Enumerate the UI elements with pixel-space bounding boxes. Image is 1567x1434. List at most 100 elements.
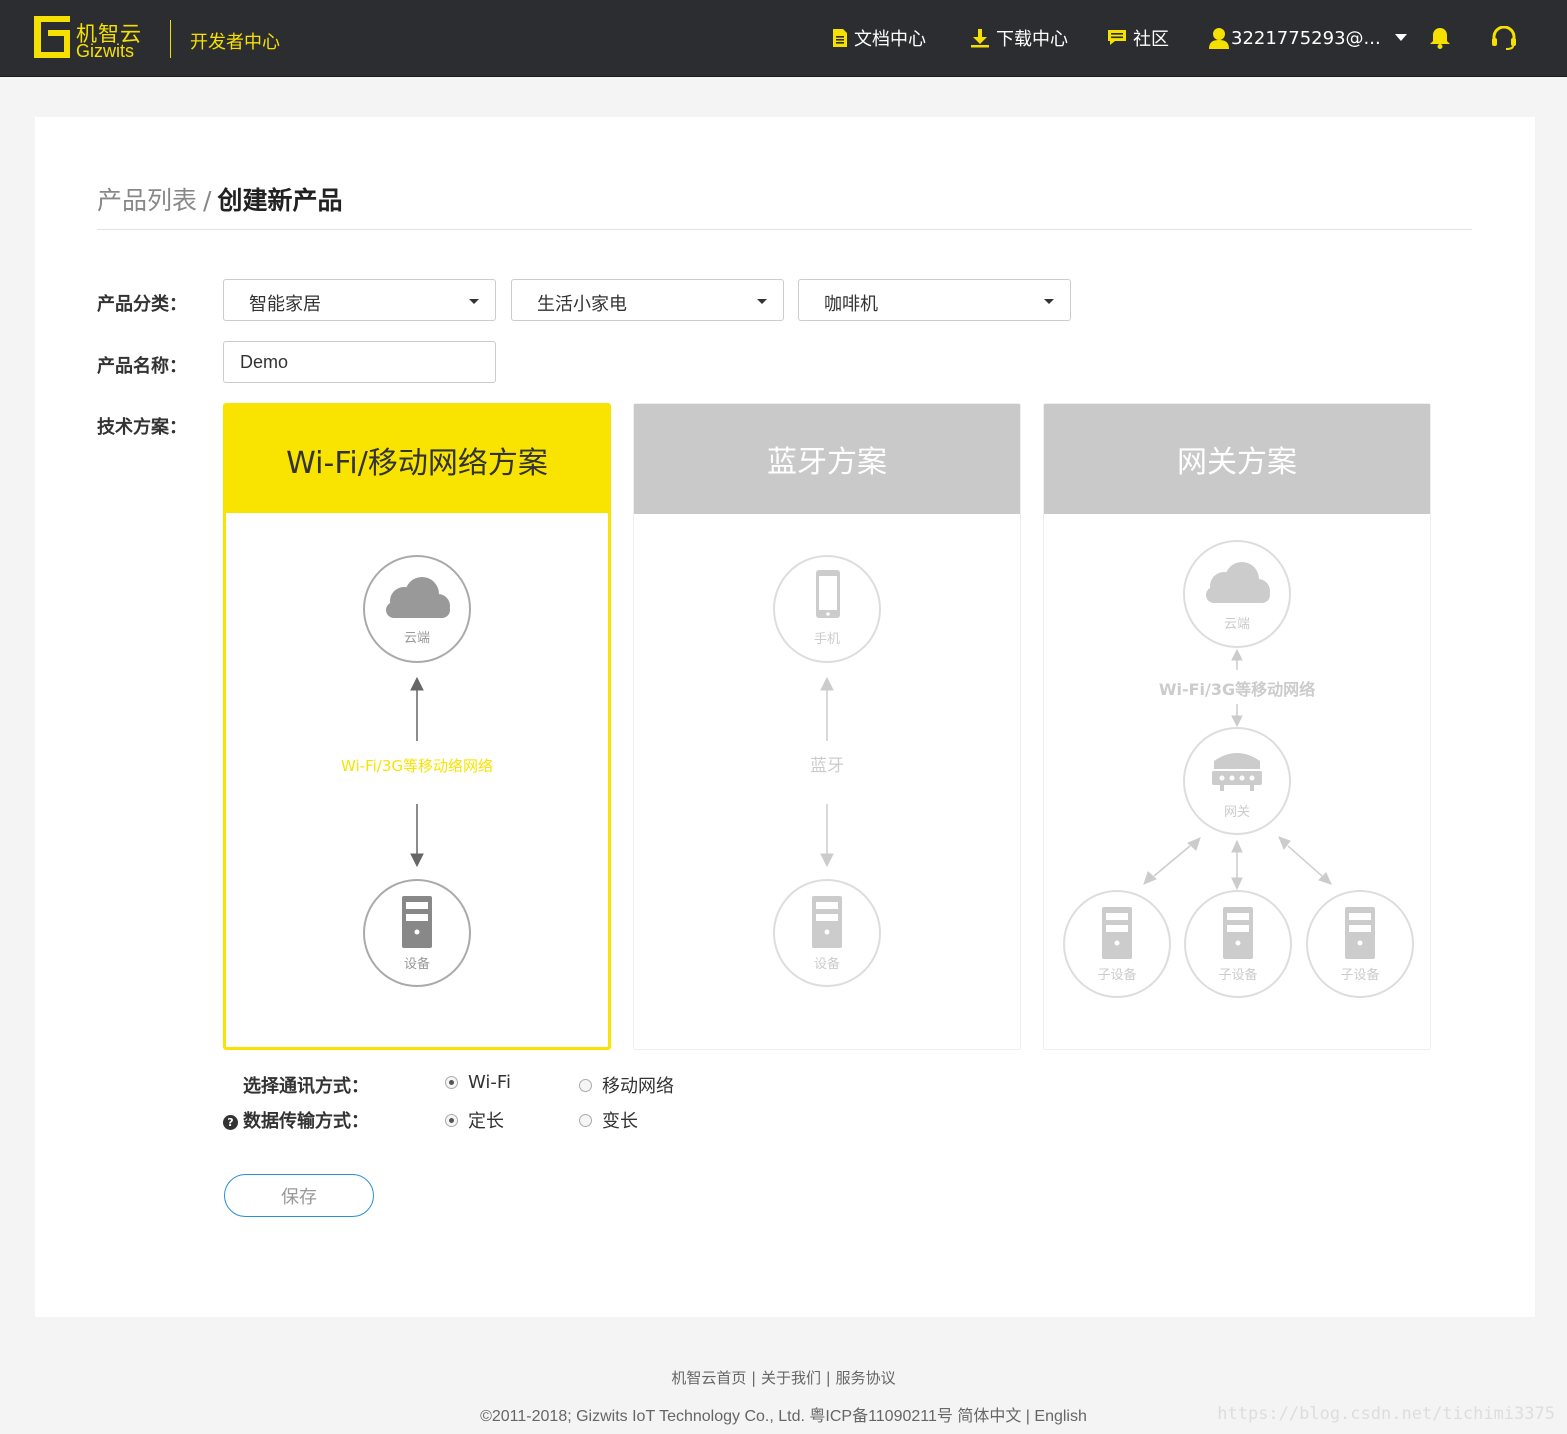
category-select-1[interactable]: 智能家居 (223, 279, 496, 321)
phone-node: 手机 (773, 555, 881, 663)
watermark: https://blog.csdn.net/tichimi3375 (1217, 1404, 1555, 1424)
customer-service-button[interactable] (1491, 24, 1517, 52)
bidirectional-arrow-icon (1278, 836, 1332, 885)
caret-down-icon (469, 299, 479, 304)
device-node-label: 设备 (814, 956, 840, 972)
category-select-2[interactable]: 生活小家电 (511, 279, 784, 321)
data-transfer-label: ? 数据传输方式： (223, 1107, 369, 1133)
up-arrow-icon (820, 676, 834, 741)
question-circle-icon[interactable]: ? (223, 1115, 238, 1130)
bidirectional-arrow-icon (1143, 837, 1201, 885)
device-icon (1345, 907, 1375, 959)
sub-device-node: 子设备 (1306, 890, 1414, 998)
device-icon (1223, 907, 1253, 959)
lang-cn-link[interactable]: 简体中文 (957, 1408, 1021, 1425)
category-select-1-value: 智能家居 (249, 294, 321, 315)
radio-data-variable[interactable]: 变长 (579, 1107, 638, 1133)
gateway-link-label: Wi-Fi/3G等移动网络 (1159, 680, 1315, 699)
category-label: 产品分类： (97, 294, 187, 315)
down-arrow-icon (410, 804, 424, 868)
caret-down-icon (757, 299, 767, 304)
bell-icon (1430, 28, 1450, 49)
breadcrumb-current: 创建新产品 (217, 186, 343, 215)
radio-unchecked-icon (579, 1113, 592, 1127)
device-node-label: 设备 (404, 956, 430, 972)
phone-icon (816, 570, 840, 618)
radio-comm-mobile[interactable]: 移动网络 (579, 1072, 674, 1098)
device-icon (402, 896, 432, 948)
footer-link-about[interactable]: 关于我们 (761, 1369, 821, 1387)
up-arrow-icon (410, 676, 424, 741)
copyright-text: ©2011-2018; Gizwits IoT Technology Co., … (480, 1408, 953, 1425)
user-icon (1209, 28, 1229, 49)
device-icon (1102, 907, 1132, 959)
gateway-diagram: 云端 Wi-Fi/3G等移动网络 网关 子设备 子设备 子设备 (1063, 540, 1414, 998)
footer-links: 机智云首页 | 关于我们 | 服务协议 (671, 1369, 896, 1387)
radio-data-fixed[interactable]: 定长 (445, 1107, 504, 1133)
headset-icon (1492, 26, 1516, 50)
nav-download[interactable]: 下载中心 (970, 24, 1068, 52)
scheme-card-bluetooth[interactable]: 蓝牙方案 手机 蓝牙 设备 (633, 403, 1021, 1050)
down-arrow-icon (1231, 704, 1243, 728)
logo-divider (170, 20, 171, 58)
bluetooth-diagram: 手机 蓝牙 设备 (773, 555, 881, 987)
breadcrumb-product-list[interactable]: 产品列表 (97, 186, 197, 215)
cloud-node-label: 云端 (404, 631, 430, 646)
nav-docs[interactable]: 文档中心 (832, 24, 926, 52)
download-icon (971, 29, 989, 48)
lang-en-link[interactable]: English (1034, 1408, 1086, 1425)
cloud-node-label: 云端 (1224, 617, 1250, 632)
nav-community-label: 社区 (1133, 29, 1169, 50)
category-select-3[interactable]: 咖啡机 (798, 279, 1071, 321)
scheme-card-gateway[interactable]: 网关方案 云端 Wi-Fi/3G等移动网络 网关 子设备 子设备 子设备 (1043, 403, 1431, 1050)
category-select-3-value: 咖啡机 (824, 294, 878, 315)
gateway-node: 网关 (1183, 727, 1291, 835)
phone-node-label: 手机 (814, 632, 840, 647)
footer-link-home[interactable]: 机智云首页 (671, 1369, 746, 1387)
sub-device-label: 子设备 (1097, 967, 1136, 983)
header-divider (97, 229, 1472, 230)
nav-docs-label: 文档中心 (854, 29, 926, 50)
footer-link-terms[interactable]: 服务协议 (836, 1369, 896, 1387)
sub-device-label: 子设备 (1218, 967, 1257, 983)
nav-community[interactable]: 社区 (1107, 24, 1169, 52)
developer-center-title[interactable]: 开发者中心 (190, 28, 280, 54)
sub-device-label: 子设备 (1340, 967, 1379, 983)
gateway-node-label: 网关 (1224, 805, 1250, 820)
chat-bubble-icon (1108, 30, 1126, 45)
device-node: 设备 (363, 879, 471, 987)
cloud-node: 云端 (363, 555, 471, 663)
nav-user-menu[interactable]: 3221775293@... (1209, 24, 1407, 52)
up-arrow-icon (1231, 648, 1243, 670)
radio-data-variable-label: 变长 (602, 1111, 638, 1132)
radio-comm-mobile-label: 移动网络 (602, 1076, 674, 1097)
breadcrumb: 产品列表 / 创建新产品 (97, 181, 342, 217)
save-button[interactable]: 保存 (224, 1174, 374, 1217)
main-card: 产品列表/创建新产品 产品分类： 智能家居 生活小家电 咖啡机 产品名称： 技术… (35, 117, 1535, 1317)
data-transfer-label-text: 数据传输方式： (243, 1111, 369, 1132)
wifi-link-label: Wi-Fi/3G等移动络网络 (341, 757, 493, 775)
breadcrumb-separator: / (203, 186, 212, 215)
radio-unchecked-icon (579, 1078, 592, 1092)
category-select-2-value: 生活小家电 (537, 294, 627, 315)
scheme-card-wifi[interactable]: Wi-Fi/移动网络方案 云端 Wi-Fi/3G等移动络网络 设备 (223, 403, 611, 1050)
product-name-input[interactable] (223, 341, 496, 383)
document-icon (833, 29, 847, 47)
caret-down-icon (1044, 299, 1054, 304)
cloud-node: 云端 (1183, 540, 1291, 648)
radio-checked-icon (445, 1113, 458, 1127)
chevron-down-icon (1394, 34, 1407, 41)
radio-comm-wifi[interactable]: Wi-Fi (445, 1072, 511, 1093)
bluetooth-link-label: 蓝牙 (810, 756, 844, 776)
sub-device-node: 子设备 (1184, 890, 1292, 998)
radio-comm-wifi-label: Wi-Fi (468, 1072, 511, 1093)
down-arrow-icon (820, 804, 834, 868)
gizwits-logo[interactable]: 机智云 Gizwits (34, 16, 146, 61)
notifications-button[interactable] (1429, 24, 1451, 52)
bidirectional-arrow-icon (1231, 839, 1243, 891)
nav-user-label: 3221775293@... (1231, 27, 1381, 49)
device-node: 设备 (773, 879, 881, 987)
top-navbar: 机智云 Gizwits 开发者中心 文档中心 下载中心 社区 322177529… (0, 0, 1567, 77)
device-icon (812, 896, 842, 948)
logo-text-en: Gizwits (76, 41, 134, 61)
